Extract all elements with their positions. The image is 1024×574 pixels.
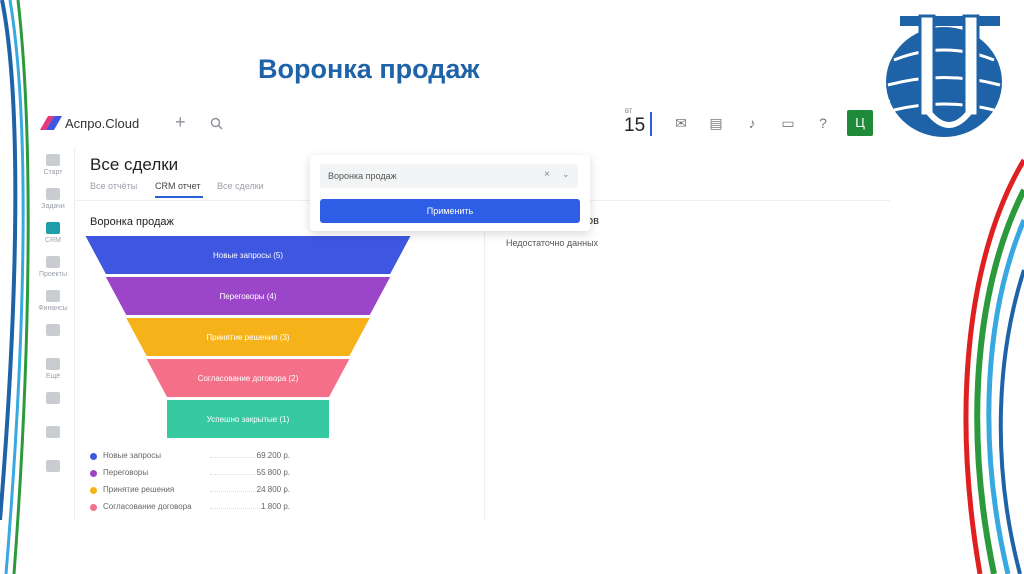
legend-value: 24 800 р. [256,485,290,494]
start-icon [46,154,60,166]
sidebar-item-label: Финансы [38,305,68,312]
people-icon [46,324,60,336]
legend-name: Переговоры [103,468,149,477]
sidebar-item-label: CRM [45,237,61,244]
notes-icon[interactable]: ▤ [707,114,725,132]
chat-icon [46,460,60,472]
legend-dot [90,470,97,477]
sidebar-item-4[interactable]: Финансы [32,290,74,312]
funnel-stage-label: Согласование договора (2) [198,374,299,383]
legend-name: Согласование договора [103,502,192,511]
tab-all-reports[interactable]: Все отчёты [90,181,137,191]
legend-dot [90,504,97,511]
slide-title: Воронка продаж [258,54,480,84]
sidebar-item-5[interactable] [32,324,74,336]
sidebar-item-0[interactable]: Старт [32,154,74,176]
clear-icon[interactable]: × [544,169,550,180]
legend-dot [90,487,97,494]
funnel-stage-label: Успешно закрытые (1) [207,415,290,424]
grid-icon [46,358,60,370]
sidebar-item-6[interactable]: Ещё [32,358,74,380]
sidebar: Старт Задачи CRM Проекты Финансы Ещё [32,148,75,520]
date-day[interactable]: 15 [624,115,645,137]
bell-icon[interactable]: ♪ [743,114,761,132]
help-icon[interactable]: ? [814,114,832,132]
funnel-heading: Воронка продаж [90,216,174,228]
legend-value: 55 800 р. [256,468,290,477]
funnel-select-value: Воронка продаж [328,171,397,181]
tasks-icon [46,188,60,200]
panel-divider [484,208,485,520]
legend-dot [90,453,97,460]
university-logo-icon [886,14,1002,137]
sidebar-item-9[interactable] [32,460,74,472]
tab-crm-report[interactable]: CRM отчет [155,181,200,191]
active-tab-underline [155,196,203,198]
decorative-stripes-right [963,158,1024,574]
funnel-stage-label: Принятие решения (3) [206,333,290,342]
funnel-select-popup: Воронка продаж × ⌄ Применить [310,155,590,231]
sidebar-item-8[interactable] [32,426,74,438]
top-bar: Аспро.Cloud + ВТ 15 ✉ ▤ ♪ ▭ ? Ц [32,100,890,148]
legend-name: Новые запросы [103,451,161,460]
finance-icon [46,290,60,302]
sidebar-item-label: Проекты [38,271,68,278]
tag-icon [46,426,60,438]
no-data-text: Недостаточно данных [506,238,599,248]
funnel-stage-label: Переговоры (4) [219,292,276,301]
legend-row: Новые запросы 69 200 р. [90,451,290,463]
chevron-down-icon[interactable]: ⌄ [562,169,570,180]
tab-all-deals[interactable]: Все сделки [217,181,264,191]
legend-row: Принятие решения 24 800 р. [90,485,290,497]
chat-icon[interactable]: ▭ [779,114,797,132]
sidebar-item-2[interactable]: CRM [32,222,74,244]
legend-row: Переговоры 55 800 р. [90,468,290,480]
date-divider [650,112,652,136]
funnel-chart: Новые запросы (5) Переговоры (4) Принятие … [85,236,411,438]
sidebar-item-label: Старт [43,169,63,176]
funnel-icon [46,222,60,234]
funnel-stage-label: Новые запросы (5) [213,251,283,260]
funnel-select[interactable]: Воронка продаж × ⌄ [320,164,578,188]
mail-icon[interactable]: ✉ [672,114,690,132]
legend-value: 1 800 р. [261,502,290,511]
projects-icon [46,256,60,268]
legend-value: 69 200 р. [256,451,290,460]
legend-name: Принятие решения [103,485,175,494]
add-icon[interactable]: + [175,112,186,133]
page-title: Все сделки [90,155,179,174]
sidebar-item-7[interactable] [32,392,74,404]
apply-button[interactable]: Применить [320,199,580,223]
sidebar-item-1[interactable]: Задачи [32,188,74,210]
sidebar-item-label: Задачи [41,203,65,210]
brand-name: Аспро.Cloud [65,116,140,131]
avatar[interactable]: Ц [847,110,873,136]
aspro-logo-icon [40,116,62,130]
app-icon [46,392,60,404]
search-icon[interactable] [210,117,223,130]
sidebar-item-3[interactable]: Проекты [32,256,74,278]
sidebar-item-label: Ещё [45,373,61,380]
legend-row: Согласование договора 1 800 р. [90,502,290,514]
